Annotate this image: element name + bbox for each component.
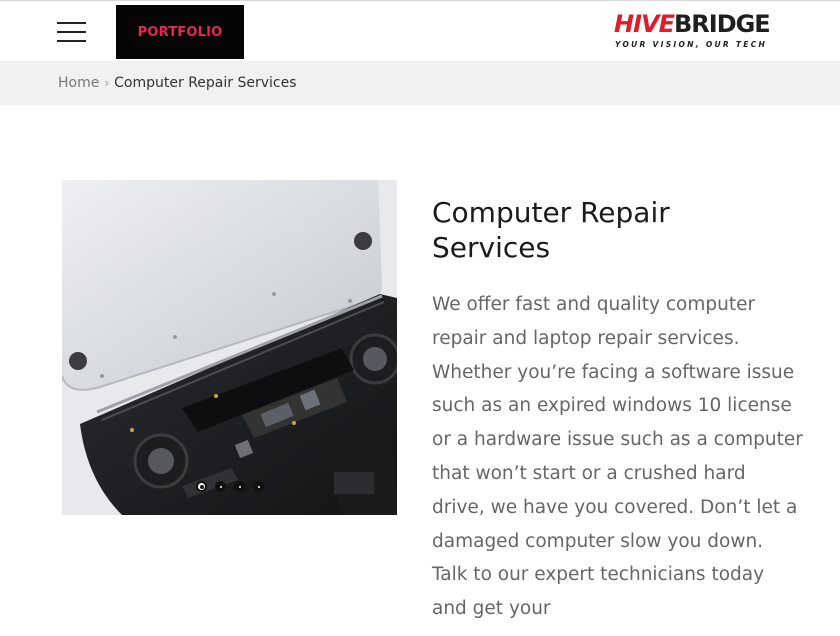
breadcrumb-home-link[interactable]: Home xyxy=(58,75,99,91)
menu-line xyxy=(57,22,86,24)
site-header: PORTFOLIO HIVEBRIDGE YOUR VISION, OUR TE… xyxy=(0,0,840,61)
slider-dot[interactable] xyxy=(253,481,264,492)
menu-line xyxy=(57,40,86,42)
logo-bridge: BRIDGE xyxy=(673,10,771,38)
breadcrumb: Home › Computer Repair Services xyxy=(58,74,297,92)
logo-tagline: YOUR VISION, OUR TECH xyxy=(615,40,768,49)
page-title: Computer Repair Services xyxy=(432,196,670,264)
slider-dot[interactable] xyxy=(196,481,207,492)
logo-hive: HIVE xyxy=(614,10,675,38)
chevron-right-icon: › xyxy=(104,76,110,90)
breadcrumb-bar: Home › Computer Repair Services xyxy=(0,61,840,105)
slider-dot[interactable] xyxy=(234,481,245,492)
laptop-repair-photo xyxy=(62,180,397,515)
breadcrumb-current: Computer Repair Services xyxy=(114,75,297,91)
hivebridge-logo[interactable]: HIVEBRIDGE YOUR VISION, OUR TECH xyxy=(614,10,778,54)
logo-wordmark: HIVEBRIDGE xyxy=(614,10,771,38)
image-slider[interactable] xyxy=(62,180,397,515)
service-description: We offer fast and quality computer repai… xyxy=(432,294,803,620)
slider-pagination xyxy=(196,481,264,492)
portfolio-button[interactable]: PORTFOLIO xyxy=(116,5,244,59)
slider-dot[interactable] xyxy=(215,481,226,492)
menu-line xyxy=(57,31,86,33)
portfolio-label: PORTFOLIO xyxy=(137,24,223,40)
hamburger-menu-icon[interactable] xyxy=(57,21,87,43)
